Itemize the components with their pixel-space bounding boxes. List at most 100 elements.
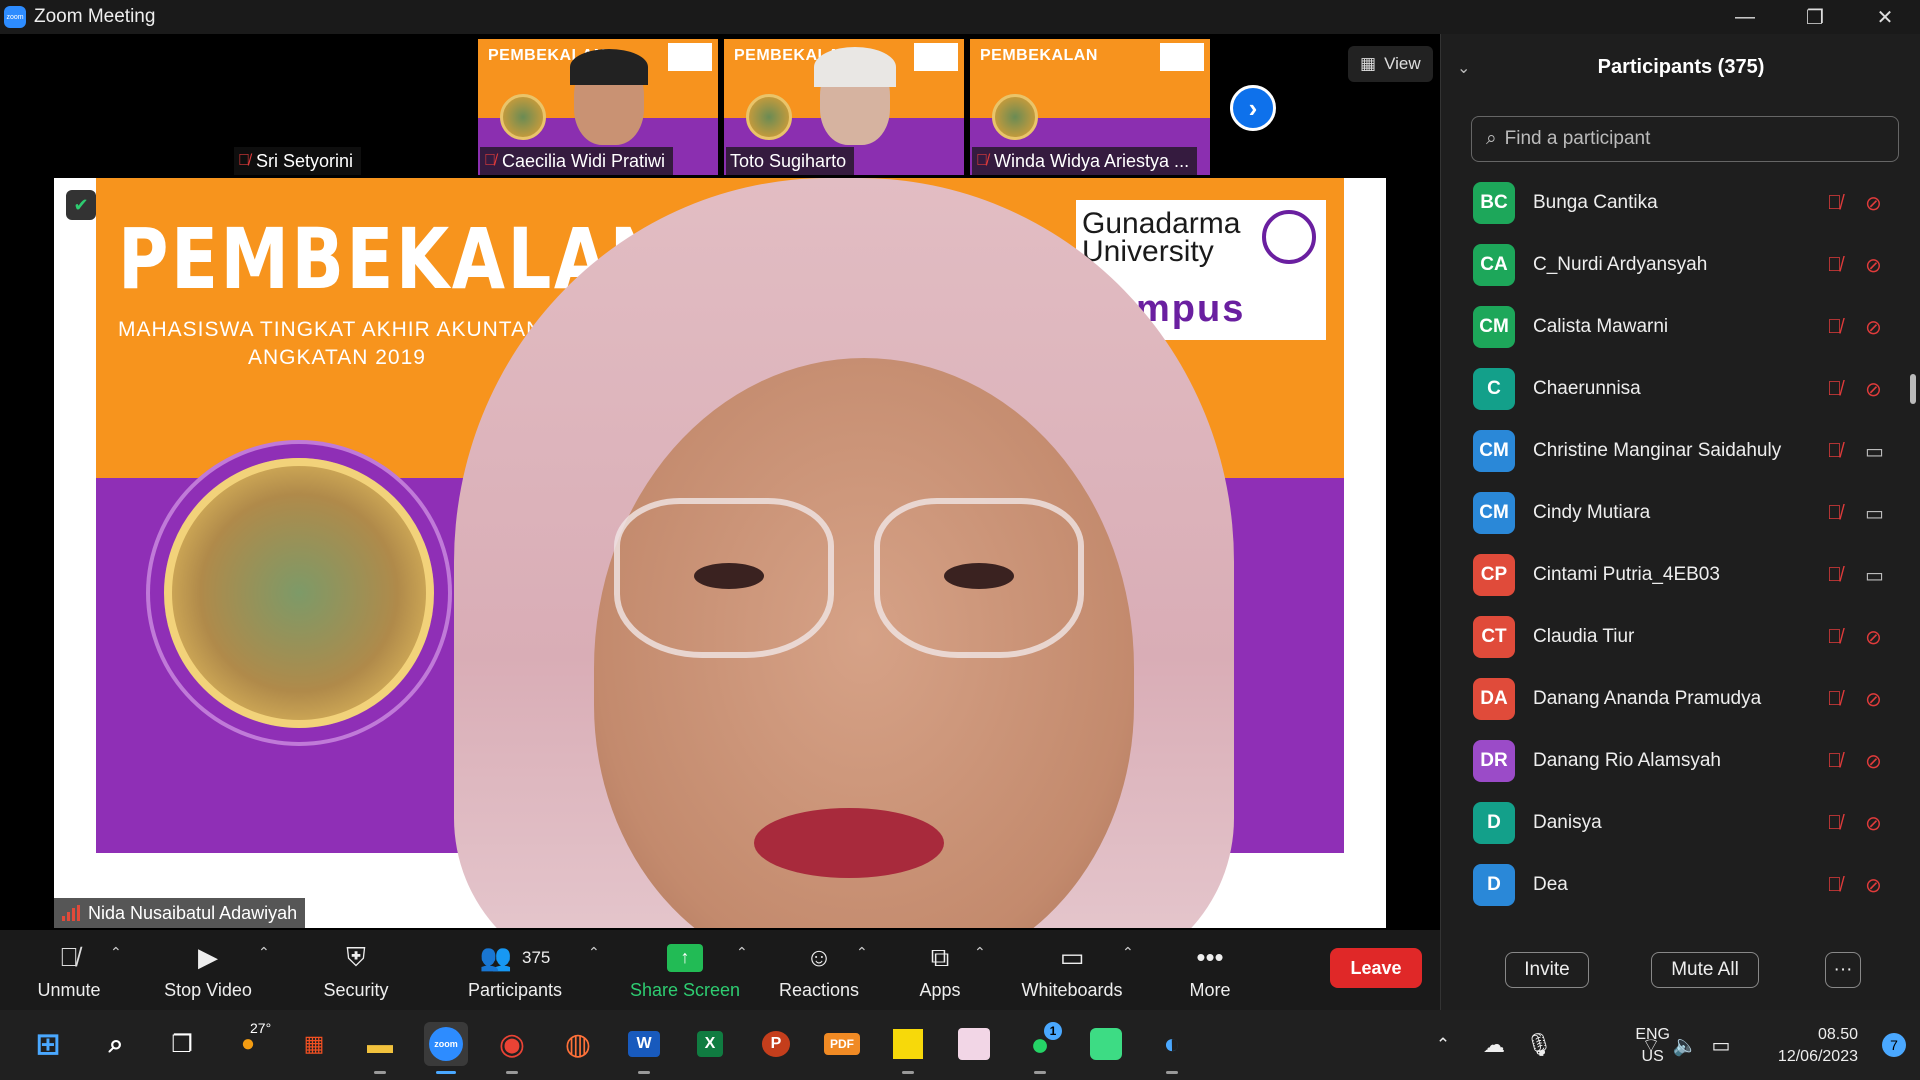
participant-row[interactable]: DR Danang Rio Alamsyah 🎙̸ ⊘	[1441, 730, 1909, 792]
search-input[interactable]: ⌕ Find a participant	[1471, 116, 1899, 162]
participant-name: Cintami Putria_4EB03	[1533, 564, 1720, 585]
chevron-up-icon[interactable]: ⌃	[1122, 944, 1134, 961]
file-explorer-icon[interactable]: ▬	[358, 1022, 402, 1074]
mic-muted-icon[interactable]: 🎙̸	[1827, 316, 1842, 339]
participants-button[interactable]: 👥 375 Participants	[460, 930, 570, 1010]
participant-row[interactable]: D Danisya 🎙̸ ⊘	[1441, 792, 1909, 854]
mic-muted-icon[interactable]: 🎙̸	[1827, 192, 1842, 215]
mic-muted-icon[interactable]: 🎙̸	[1827, 254, 1842, 277]
video-off-icon[interactable]: ⊘	[1865, 377, 1882, 402]
video-off-icon[interactable]: ⊘	[1865, 625, 1882, 650]
wifi-icon[interactable]: ⌔	[1636, 1010, 1666, 1080]
participant-row[interactable]: CT Claudia Tiur 🎙̸ ⊘	[1441, 606, 1909, 668]
video-off-icon[interactable]: ⊘	[1865, 315, 1882, 340]
participant-row[interactable]: CM Calista Mawarni 🎙̸ ⊘	[1441, 296, 1909, 358]
unmute-button[interactable]: 🎙̸ Unmute	[24, 930, 114, 1010]
video-camera-icon[interactable]: ▭	[1865, 501, 1884, 526]
video-off-icon[interactable]: ⊘	[1865, 687, 1882, 712]
chrome-icon[interactable]: ◉	[490, 1022, 534, 1074]
share-screen-button[interactable]: ↑ Share Screen	[628, 930, 742, 1010]
participant-row[interactable]: DA Danang Ananda Pramudya 🎙̸ ⊘	[1441, 668, 1909, 730]
whiteboards-button[interactable]: ▭ Whiteboards	[1016, 930, 1128, 1010]
chevron-up-icon[interactable]: ⌃	[736, 944, 748, 961]
video-off-icon[interactable]: ⊘	[1865, 749, 1882, 774]
chevron-up-icon[interactable]: ⌃	[1428, 1010, 1458, 1080]
participant-row[interactable]: CP Cintami Putria_4EB03 🎙̸ ▭	[1441, 544, 1909, 606]
zoom-app-icon[interactable]: zoom	[424, 1022, 468, 1074]
paint-icon[interactable]: ◐	[1150, 1022, 1194, 1074]
search-icon[interactable]: ⌕	[94, 1022, 138, 1066]
more-button[interactable]: ••• More	[1182, 930, 1238, 1010]
pdf-icon[interactable]: PDF	[820, 1022, 864, 1066]
excel-icon[interactable]: X	[688, 1022, 732, 1066]
participant-row[interactable]: CM Cindy Mutiara 🎙̸ ▭	[1441, 482, 1909, 544]
speaker-icon[interactable]: 🔈	[1670, 1010, 1700, 1080]
participant-row[interactable]: CA C_Nurdi Ardyansyah 🎙̸ ⊘	[1441, 234, 1909, 296]
android-app-icon[interactable]	[1084, 1022, 1128, 1066]
scrollbar[interactable]	[1909, 184, 1917, 954]
mute-all-button[interactable]: Mute All	[1651, 952, 1759, 988]
participant-row[interactable]: CM Christine Manginar Saidahuly 🎙̸ ▭	[1441, 420, 1909, 482]
encryption-shield-icon[interactable]: ✔	[66, 190, 96, 220]
microphone-icon[interactable]: 🎙	[1524, 1010, 1554, 1080]
mic-muted-icon[interactable]: 🎙̸	[1827, 750, 1842, 773]
participant-row[interactable]: BC Bunga Cantika 🎙̸ ⊘	[1441, 172, 1909, 234]
security-button[interactable]: ⛨ Security	[310, 930, 402, 1010]
restore-icon[interactable]: ❐	[1780, 0, 1850, 34]
cloud-icon[interactable]: ☁	[1476, 1010, 1512, 1080]
chevron-up-icon[interactable]: ⌃	[856, 944, 868, 961]
video-thumbnail[interactable]: PEMBEKALAN 🎙̸ Caecilia Widi Pratiwi	[478, 39, 718, 175]
word-icon[interactable]: W	[622, 1022, 666, 1074]
mic-muted-icon[interactable]: 🎙̸	[1827, 626, 1842, 649]
video-camera-icon[interactable]: ▭	[1865, 439, 1884, 464]
mic-muted-icon[interactable]: 🎙̸	[1827, 440, 1842, 463]
video-thumbnail[interactable]: PEMBEKALAN Toto Sugiharto	[724, 39, 964, 175]
close-icon[interactable]: ✕	[1850, 0, 1920, 34]
battery-icon[interactable]: ▭	[1706, 1010, 1736, 1080]
stop-video-button[interactable]: ▶ Stop Video	[158, 930, 258, 1010]
chevron-up-icon[interactable]: ⌃	[588, 944, 600, 961]
active-speaker-video[interactable]: PEMBEKALAN MAHASISWA TINGKAT AKHIR AKUNT…	[54, 178, 1386, 928]
more-options-button[interactable]: ···	[1825, 952, 1861, 988]
video-off-icon[interactable]: ⊘	[1865, 253, 1882, 278]
weather-icon[interactable]: ● 27°	[226, 1020, 271, 1066]
mic-muted-icon[interactable]: 🎙̸	[1827, 812, 1842, 835]
participant-name: C_Nurdi Ardyansyah	[1533, 254, 1708, 275]
mic-muted-icon[interactable]: 🎙̸	[1827, 688, 1842, 711]
chevron-up-icon[interactable]: ⌃	[974, 944, 986, 961]
system-clock[interactable]: 08.50 12/06/2023	[1778, 1024, 1858, 1068]
powerpoint-icon[interactable]: P	[754, 1022, 798, 1066]
firefox-icon[interactable]: ◍	[556, 1022, 600, 1066]
mic-muted-icon[interactable]: 🎙̸	[1827, 564, 1842, 587]
sticky-notes-icon[interactable]	[886, 1022, 930, 1074]
video-camera-icon[interactable]: ▭	[1865, 563, 1884, 588]
invite-button[interactable]: Invite	[1505, 952, 1589, 988]
start-menu-icon[interactable]: ⊞	[26, 1022, 70, 1066]
next-page-button[interactable]: ›	[1230, 85, 1276, 131]
leave-button[interactable]: Leave	[1330, 948, 1422, 988]
apps-button[interactable]: ⧉ Apps	[910, 930, 970, 1010]
mic-muted-icon[interactable]: 🎙̸	[1827, 502, 1842, 525]
mic-muted-icon[interactable]: 🎙̸	[1827, 874, 1842, 897]
whatsapp-icon[interactable]: ● 1	[1018, 1022, 1062, 1074]
view-button[interactable]: ▦ View	[1348, 46, 1433, 82]
chevron-up-icon[interactable]: ⌃	[258, 944, 270, 961]
video-off-icon[interactable]: ⊘	[1865, 873, 1882, 898]
notification-center-badge[interactable]: 7	[1882, 1033, 1906, 1057]
video-off-icon[interactable]: ⊘	[1865, 811, 1882, 836]
chevron-up-icon[interactable]: ⌃	[110, 944, 122, 961]
minimize-icon[interactable]: —	[1710, 0, 1780, 34]
participant-row[interactable]: D Dea 🎙̸ ⊘	[1441, 854, 1909, 916]
eye	[694, 563, 764, 589]
participant-row[interactable]: C Chaerunnisa 🎙̸ ⊘	[1441, 358, 1909, 420]
task-view-icon[interactable]: ❐	[160, 1022, 204, 1066]
reactions-button[interactable]: ☺ Reactions	[774, 930, 864, 1010]
scrollbar-thumb[interactable]	[1910, 374, 1916, 404]
microsoft-store-icon[interactable]: ▦	[292, 1022, 336, 1066]
video-off-icon[interactable]: ⊘	[1865, 191, 1882, 216]
mic-muted-icon[interactable]: 🎙̸	[1827, 378, 1842, 401]
avatar: D	[1473, 802, 1515, 844]
video-thumbnail[interactable]: PEMBEKALAN 🎙̸ Winda Widya Ariestya ...	[970, 39, 1210, 175]
image-app-icon[interactable]	[952, 1022, 996, 1066]
video-thumbnail[interactable]: 🎙̸ Sri Setyorini	[232, 39, 472, 175]
